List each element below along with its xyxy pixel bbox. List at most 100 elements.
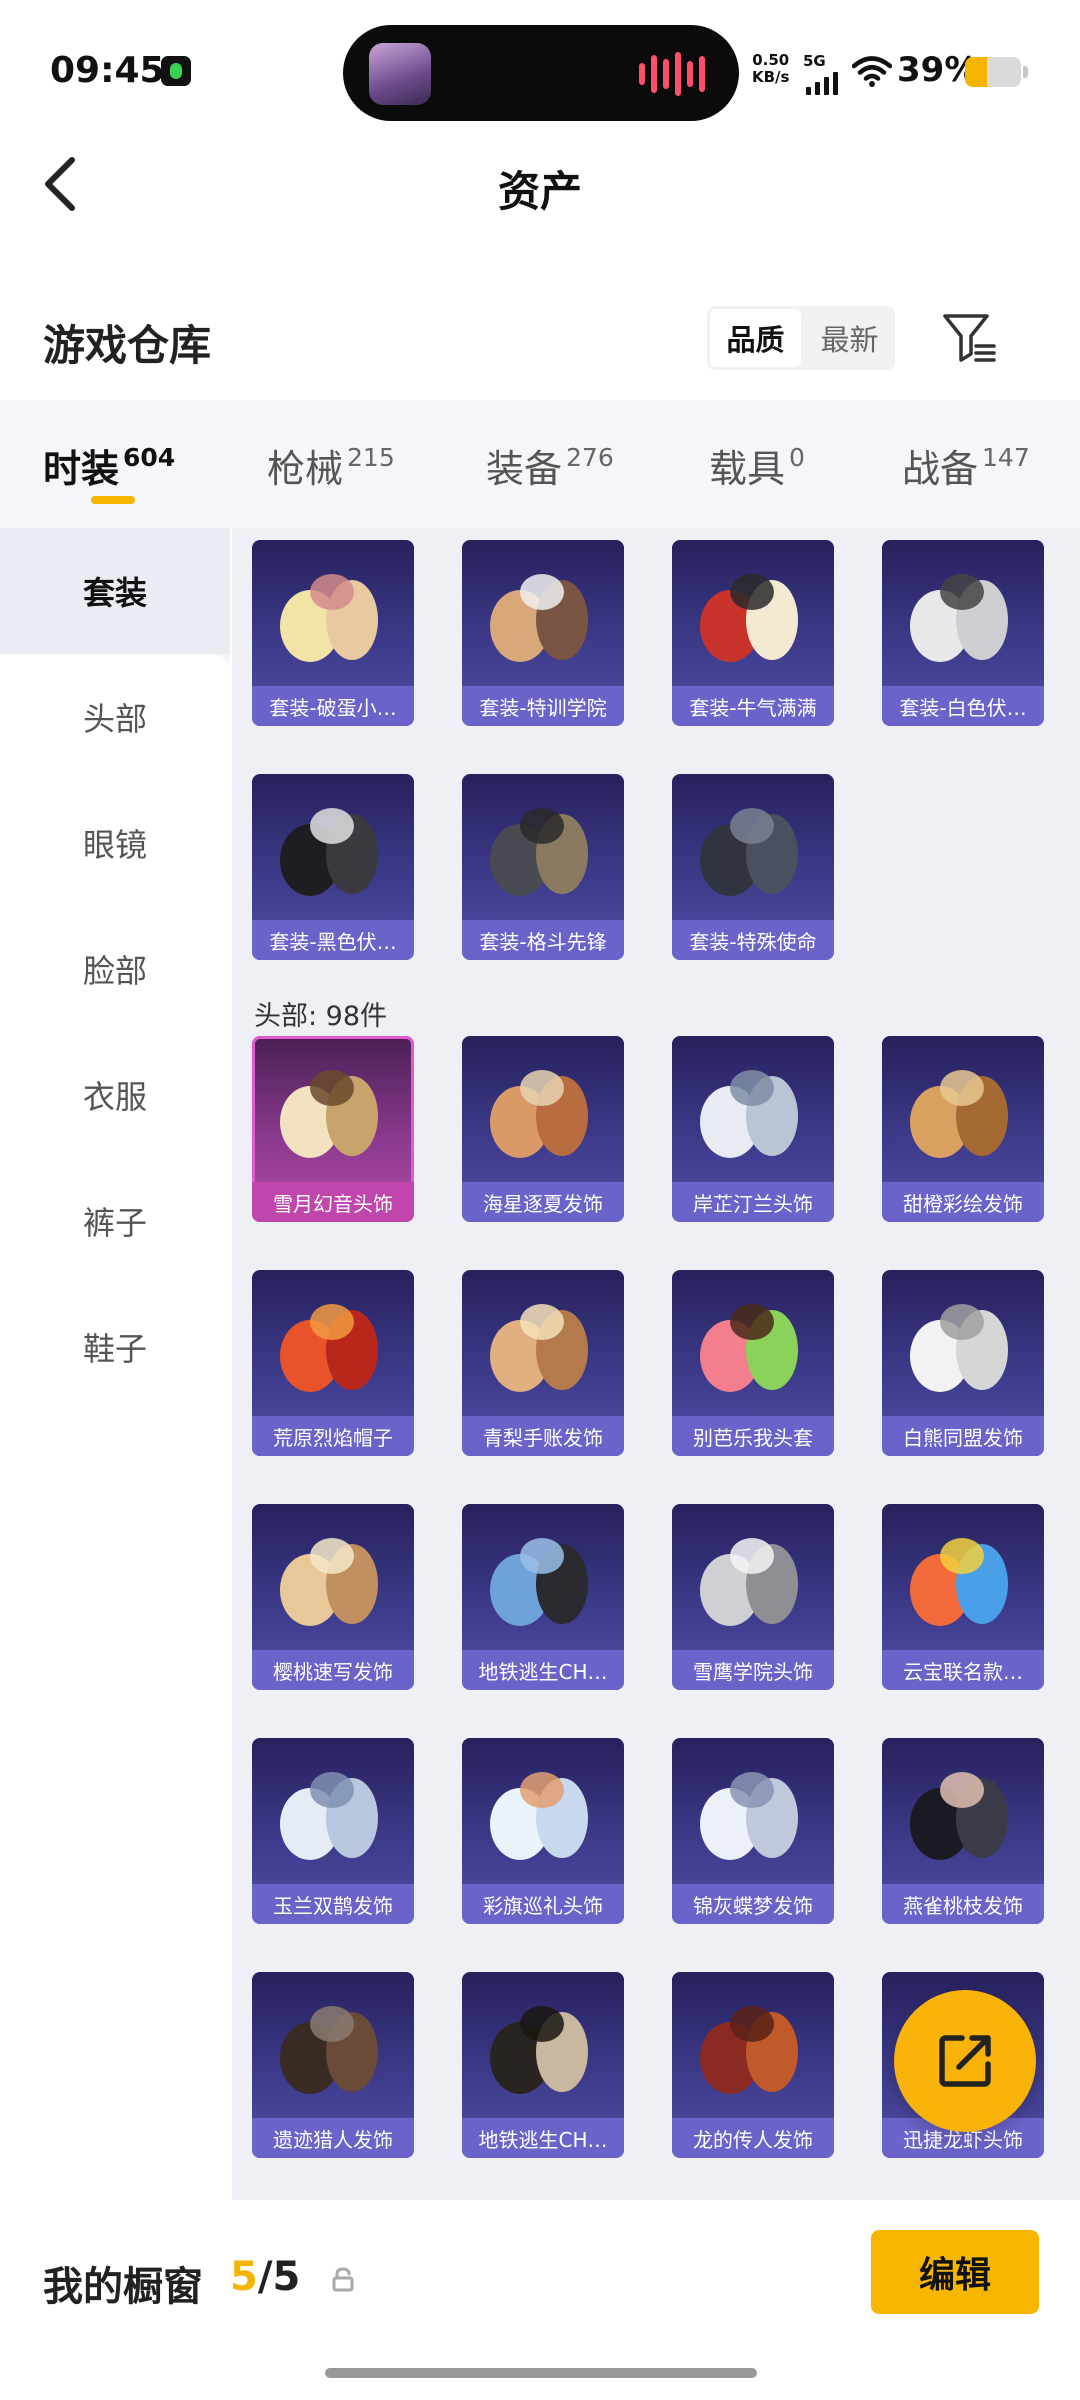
item-name: 套装-格斗先锋 — [462, 920, 624, 960]
suit-card[interactable]: 套装-白色伏… — [882, 540, 1044, 726]
item-name: 甜橙彩绘发饰 — [882, 1182, 1044, 1222]
sidebar-item-pants[interactable]: 裤子 — [0, 1158, 230, 1284]
audio-wave-icon — [639, 52, 705, 96]
item-thumbnail — [910, 1070, 1008, 1158]
sidebar-item-head[interactable]: 头部 — [0, 654, 230, 780]
nav-bar: 资产 — [0, 130, 1080, 240]
suit-card[interactable]: 套装-破蛋小… — [252, 540, 414, 726]
showcase-bar: 我的橱窗 5/5 编辑 — [0, 2200, 1080, 2400]
item-thumbnail — [280, 1772, 378, 1860]
suit-card[interactable]: 套装-特训学院 — [462, 540, 624, 726]
item-name: 青梨手账发饰 — [462, 1416, 624, 1456]
sidebar-item-shoes[interactable]: 鞋子 — [0, 1284, 230, 1410]
item-thumbnail — [490, 1070, 588, 1158]
sidebar-item-face[interactable]: 脸部 — [0, 906, 230, 1032]
item-thumbnail — [700, 574, 798, 662]
head-item-card[interactable]: 彩旗巡礼头饰 — [462, 1738, 624, 1924]
battery-icon — [965, 57, 1021, 87]
tab-fashion[interactable]: 时装 604 — [43, 438, 175, 493]
share-button[interactable] — [894, 1990, 1036, 2132]
item-thumbnail — [490, 574, 588, 662]
sort-option-quality[interactable]: 品质 — [710, 309, 801, 367]
item-thumbnail — [490, 2006, 588, 2094]
item-thumbnail — [280, 1538, 378, 1626]
item-name: 荒原烈焰帽子 — [252, 1416, 414, 1456]
head-item-card[interactable]: 青梨手账发饰 — [462, 1270, 624, 1456]
head-item-card[interactable]: 荒原烈焰帽子 — [252, 1270, 414, 1456]
head-item-card[interactable]: 海星逐夏发饰 — [462, 1036, 624, 1222]
item-name: 地铁逃生CH… — [462, 1650, 624, 1690]
item-name: 樱桃速写发饰 — [252, 1650, 414, 1690]
head-item-card[interactable]: 燕雀桃枝发饰 — [882, 1738, 1044, 1924]
tab-count: 604 — [123, 443, 176, 472]
filter-icon[interactable] — [942, 312, 998, 364]
net-speed-value: 0.50 — [752, 51, 790, 69]
item-thumbnail — [700, 1070, 798, 1158]
suit-card[interactable]: 套装-牛气满满 — [672, 540, 834, 726]
tab-active-indicator — [91, 496, 135, 504]
suit-card[interactable]: 套装-黑色伏… — [252, 774, 414, 960]
item-name: 地铁逃生CH… — [462, 2118, 624, 2158]
item-name: 套装-白色伏… — [882, 686, 1044, 726]
tab-supplies[interactable]: 战备 147 — [902, 438, 1030, 493]
status-time: 09:45 — [50, 50, 165, 91]
head-item-card[interactable]: 樱桃速写发饰 — [252, 1504, 414, 1690]
net-speed: 0.50 KB/s — [752, 52, 789, 86]
item-thumbnail — [490, 1538, 588, 1626]
edit-button[interactable]: 编辑 — [871, 2230, 1039, 2314]
sidebar-item-glasses[interactable]: 眼镜 — [0, 780, 230, 906]
head-item-card[interactable]: 云宝联名款… — [882, 1504, 1044, 1690]
item-thumbnail — [700, 1772, 798, 1860]
head-item-card[interactable]: 龙的传人发饰 — [672, 1972, 834, 2158]
share-external-icon — [939, 2035, 991, 2087]
item-name: 彩旗巡礼头饰 — [462, 1884, 624, 1924]
dynamic-island[interactable] — [343, 25, 739, 121]
item-name: 遗迹猎人发饰 — [252, 2118, 414, 2158]
item-thumbnail — [490, 808, 588, 896]
home-indicator — [325, 2368, 757, 2378]
item-name: 白熊同盟发饰 — [882, 1416, 1044, 1456]
head-item-card[interactable]: 地铁逃生CH… — [462, 1972, 624, 2158]
head-item-card[interactable]: 锦灰蝶梦发饰 — [672, 1738, 834, 1924]
item-thumbnail — [910, 1304, 1008, 1392]
status-bar: 09:45 0.50 KB/s 5G 39% — [0, 0, 1080, 130]
item-name: 套装-特训学院 — [462, 686, 624, 726]
sidebar-item-suits[interactable]: 套装 — [0, 528, 230, 654]
head-item-card[interactable]: 地铁逃生CH… — [462, 1504, 624, 1690]
sort-option-newest[interactable]: 最新 — [804, 306, 895, 370]
tab-count: 276 — [566, 443, 614, 472]
head-item-card[interactable]: 遗迹猎人发饰 — [252, 1972, 414, 2158]
app-notification-icon — [161, 56, 191, 86]
item-thumbnail — [280, 808, 378, 896]
network-type: 5G — [803, 52, 826, 70]
item-thumbnail — [700, 1304, 798, 1392]
tab-equipment[interactable]: 装备 276 — [486, 438, 614, 493]
head-item-card[interactable]: 雪月幻音头饰 — [252, 1036, 414, 1222]
head-item-card[interactable]: 白熊同盟发饰 — [882, 1270, 1044, 1456]
head-item-card[interactable]: 甜橙彩绘发饰 — [882, 1036, 1044, 1222]
sort-toggle: 品质 最新 — [707, 306, 895, 370]
item-name: 海星逐夏发饰 — [462, 1182, 624, 1222]
item-name: 套装-破蛋小… — [252, 686, 414, 726]
item-thumbnail — [280, 574, 378, 662]
item-name: 岸芷汀兰头饰 — [672, 1182, 834, 1222]
item-thumbnail — [700, 808, 798, 896]
tab-vehicles[interactable]: 载具 0 — [709, 438, 805, 493]
head-item-card[interactable]: 别芭乐我头套 — [672, 1270, 834, 1456]
suit-card[interactable]: 套装-格斗先锋 — [462, 774, 624, 960]
tab-guns[interactable]: 枪械 215 — [267, 438, 395, 493]
sidebar-item-clothes[interactable]: 衣服 — [0, 1032, 230, 1158]
suit-card[interactable]: 套装-特殊使命 — [672, 774, 834, 960]
head-item-card[interactable]: 岸芷汀兰头饰 — [672, 1036, 834, 1222]
media-thumbnail — [369, 43, 431, 105]
head-item-card[interactable]: 玉兰双鹊发饰 — [252, 1738, 414, 1924]
head-item-card[interactable]: 雪鹰学院头饰 — [672, 1504, 834, 1690]
category-tabs: 时装 604 枪械 215 装备 276 载具 0 战备 147 — [0, 400, 1080, 528]
item-name: 套装-黑色伏… — [252, 920, 414, 960]
warehouse-title: 游戏仓库 — [43, 321, 212, 370]
item-thumbnail — [910, 1772, 1008, 1860]
item-name: 玉兰双鹊发饰 — [252, 1884, 414, 1924]
item-thumbnail — [700, 2006, 798, 2094]
item-thumbnail — [280, 1304, 378, 1392]
item-name: 雪鹰学院头饰 — [672, 1650, 834, 1690]
